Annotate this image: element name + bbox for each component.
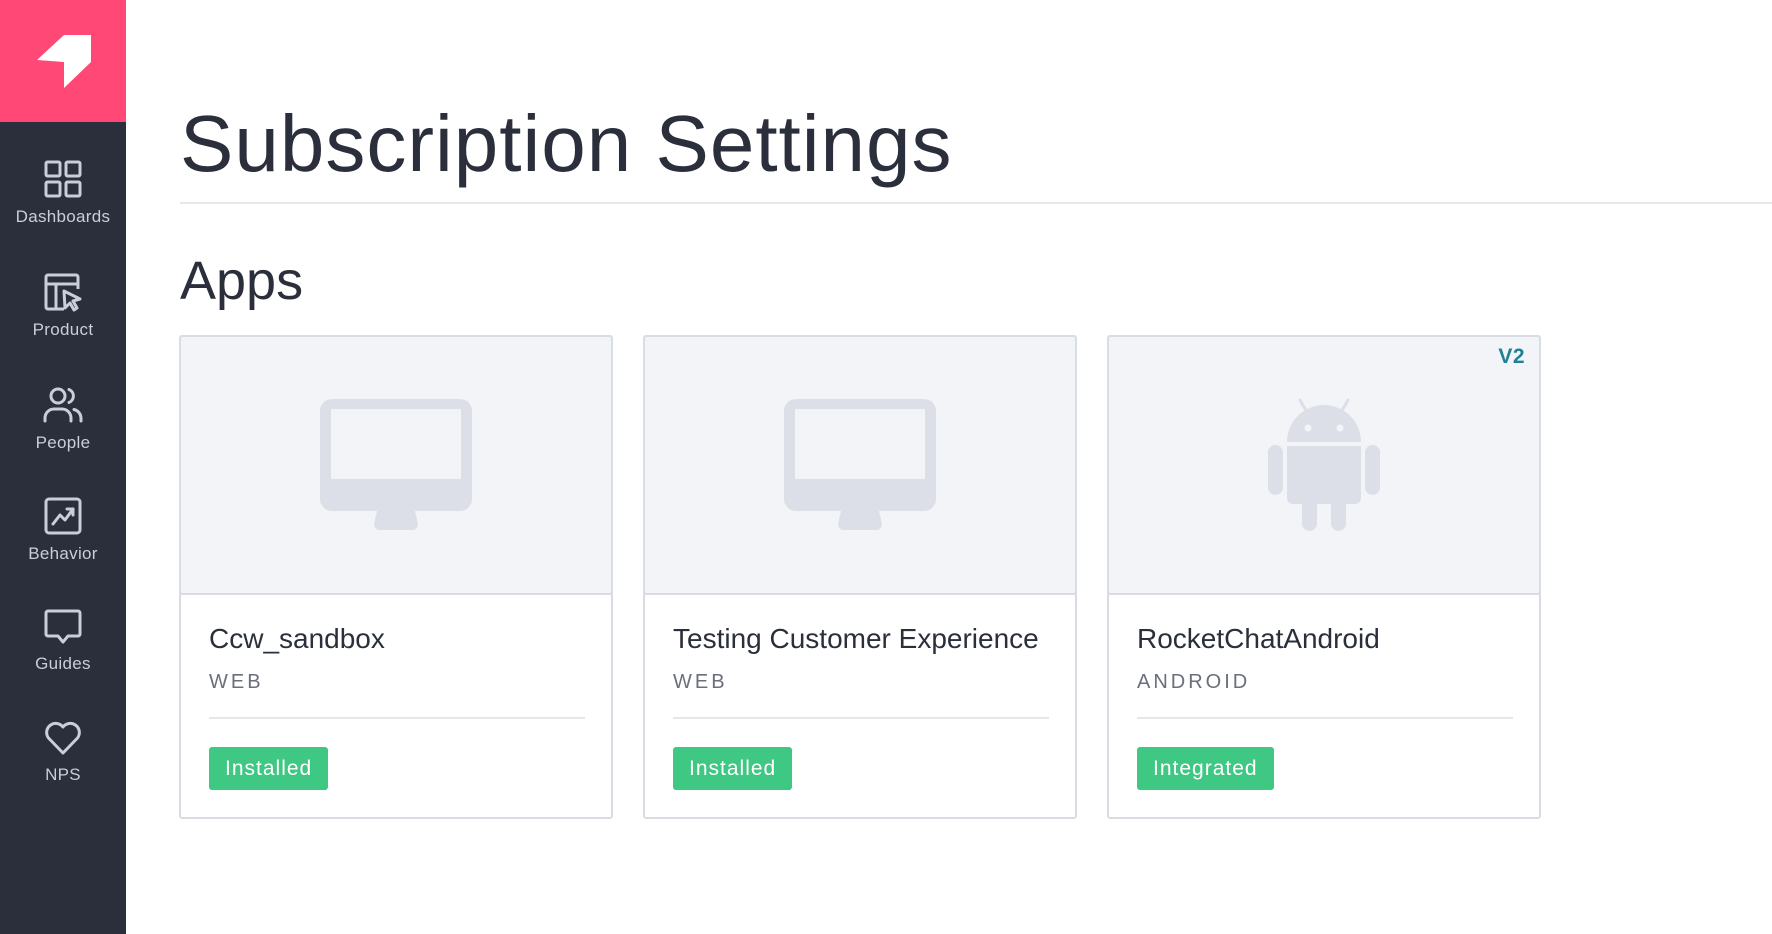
monitor-icon — [784, 399, 936, 530]
sidebar-item-product[interactable]: Product — [0, 271, 126, 340]
app-card[interactable]: Testing Customer Experience WEB Installe… — [643, 335, 1077, 819]
sidebar-item-label: Dashboards — [15, 207, 111, 226]
guides-icon — [44, 609, 82, 644]
monitor-icon — [320, 399, 472, 530]
card-divider — [673, 717, 1049, 719]
card-divider — [209, 717, 585, 719]
status-badge: Installed — [209, 747, 329, 790]
nps-icon — [45, 721, 81, 755]
sidebar-item-label: Behavior — [28, 544, 98, 563]
section-title-apps: Apps — [180, 251, 304, 311]
app-card[interactable]: Ccw_sandbox WEB Installed — [179, 335, 613, 819]
app-card[interactable]: V2 RocketChatAndroid ANDROID Integrated — [1107, 335, 1541, 819]
dashboards-icon — [44, 160, 82, 198]
app-card-media — [645, 337, 1075, 595]
app-name: Testing Customer Experience — [673, 623, 1039, 654]
status-badge: Integrated — [1137, 747, 1274, 790]
product-icon — [44, 273, 82, 312]
people-icon — [43, 387, 83, 423]
sidebar-item-guides[interactable]: Guides — [0, 605, 126, 674]
page-title: Subscription Settings — [180, 99, 953, 188]
sidebar-item-people[interactable]: People — [0, 384, 126, 453]
card-divider — [1137, 717, 1513, 719]
version-badge: V2 — [1498, 345, 1525, 368]
sidebar-item-nps[interactable]: NPS — [0, 716, 126, 785]
app-name: RocketChatAndroid — [1137, 623, 1380, 654]
sidebar-item-dashboards[interactable]: Dashboards — [0, 158, 126, 227]
app-card-media — [181, 337, 611, 595]
pendo-logo-icon — [37, 35, 91, 88]
sidebar-item-label: NPS — [45, 765, 81, 784]
app-name: Ccw_sandbox — [209, 623, 385, 654]
app-platform: WEB — [209, 671, 264, 693]
sidebar: Dashboards Product People Behavior Guide… — [0, 0, 126, 934]
sidebar-item-label: Product — [32, 320, 94, 339]
app-platform: ANDROID — [1137, 671, 1251, 693]
android-icon — [1268, 398, 1380, 531]
sidebar-item-label: People — [35, 433, 91, 452]
title-divider — [180, 202, 1772, 204]
app-root: Dashboards Product People Behavior Guide… — [0, 0, 1772, 934]
sidebar-item-behavior[interactable]: Behavior — [0, 495, 126, 564]
sidebar-item-label: Guides — [35, 654, 91, 673]
behavior-icon — [44, 497, 82, 535]
app-platform: WEB — [673, 671, 728, 693]
app-card-media: V2 — [1109, 337, 1539, 595]
brand-logo[interactable] — [0, 0, 126, 122]
status-badge: Installed — [673, 747, 793, 790]
